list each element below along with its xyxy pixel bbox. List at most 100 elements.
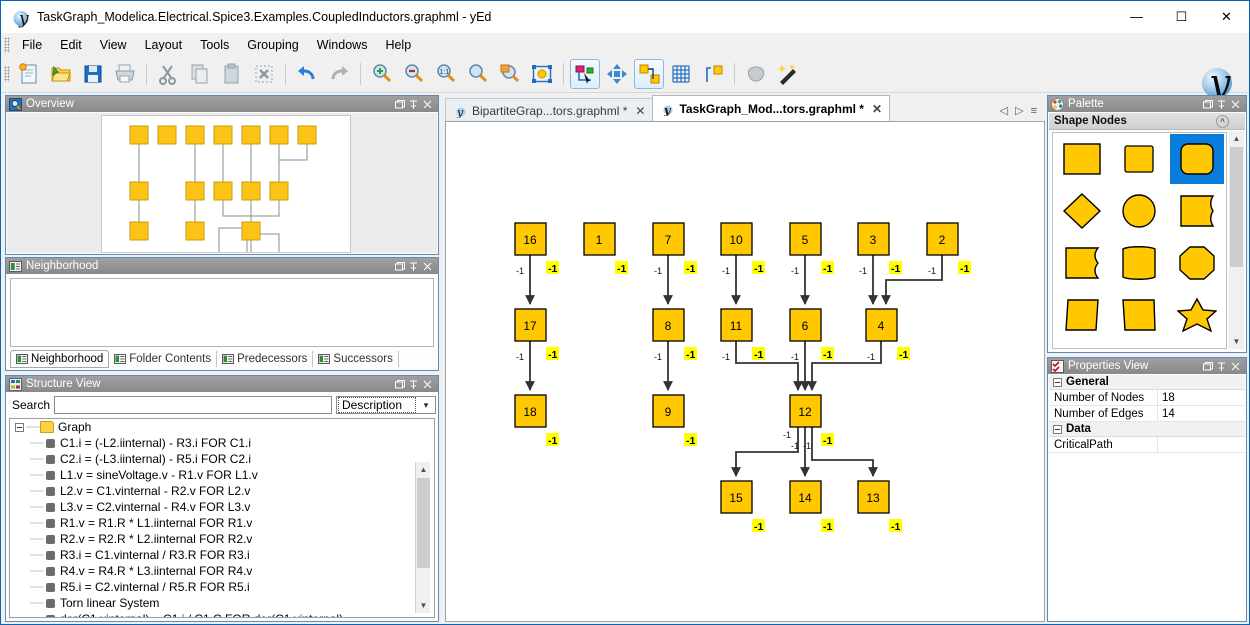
- structure-tree[interactable]: Graph C1.i = (-L2.iinternal) - R3.i FOR …: [9, 418, 435, 618]
- minimize-button[interactable]: —: [1114, 1, 1159, 32]
- palette-shape-partial-row[interactable]: [1170, 342, 1224, 349]
- property-row-number-of-edges[interactable]: Number of Edges 14: [1049, 406, 1245, 422]
- palette-shape-rounded-rectangle[interactable]: [1170, 134, 1224, 184]
- filter-select[interactable]: Description ▾: [336, 396, 436, 414]
- group-icon[interactable]: [741, 59, 771, 89]
- tab-prev-icon[interactable]: ◁: [1000, 104, 1008, 117]
- palette-shape-octagon[interactable]: [1170, 238, 1224, 288]
- pin-icon[interactable]: [408, 379, 419, 390]
- float-icon[interactable]: [394, 261, 405, 272]
- tree-row[interactable]: C2.i = (-L3.iinternal) - R5.i FOR C2.i: [10, 451, 434, 467]
- menu-tools[interactable]: Tools: [191, 35, 238, 55]
- graph-node-9[interactable]: 9: [653, 395, 684, 427]
- tree-collapse-toggle[interactable]: [15, 423, 24, 432]
- graph-drawing[interactable]: -1 -1 -1 -1 -1 -1 -1 -1 -1 -1 -1 -1 -1 -…: [446, 122, 1044, 621]
- properties-table[interactable]: General Number of Nodes 18 Number of Edg…: [1049, 375, 1245, 620]
- graph-canvas[interactable]: -1 -1 -1 -1 -1 -1 -1 -1 -1 -1 -1 -1 -1 -…: [445, 121, 1045, 622]
- tree-row[interactable]: der(C1.vinternal) = C1.i / C1.C FOR der(…: [10, 611, 434, 618]
- zoom-area-icon[interactable]: [495, 59, 525, 89]
- graph-node-10[interactable]: 10: [721, 223, 752, 255]
- chevron-down-icon[interactable]: ▾: [417, 400, 435, 411]
- cut-scissors-icon[interactable]: [153, 59, 183, 89]
- zoom-out-icon[interactable]: [399, 59, 429, 89]
- palette-shape-grid[interactable]: [1052, 132, 1227, 349]
- palette-shape-hexagon[interactable]: [1112, 238, 1166, 288]
- tree-row[interactable]: R5.i = C2.vinternal / R5.R FOR R5.i: [10, 579, 434, 595]
- pin-icon[interactable]: [408, 99, 419, 110]
- neighborhood-content-area[interactable]: [10, 278, 434, 347]
- grid-icon[interactable]: [666, 59, 696, 89]
- document-tab-taskgraph[interactable]: y TaskGraph_Mod...tors.graphml * ✕: [652, 95, 890, 122]
- palette-shape-rectangle[interactable]: [1055, 134, 1109, 184]
- zoom-actual-size-icon[interactable]: 1:1: [431, 59, 461, 89]
- float-icon[interactable]: [1202, 361, 1213, 372]
- tab-next-icon[interactable]: ▷: [1015, 104, 1023, 117]
- pin-icon[interactable]: [1216, 99, 1227, 110]
- overview-body[interactable]: [7, 113, 437, 253]
- zoom-in-icon[interactable]: [367, 59, 397, 89]
- palette-scrollbar[interactable]: ▲ ▼: [1229, 131, 1244, 349]
- magic-layout-icon[interactable]: [773, 59, 803, 89]
- property-row-criticalpath[interactable]: CriticalPath: [1049, 437, 1245, 453]
- palette-shape-diamond[interactable]: [1055, 186, 1109, 236]
- tree-row[interactable]: C1.i = (-L2.iinternal) - R3.i FOR C1.i: [10, 435, 434, 451]
- close-icon[interactable]: [422, 261, 433, 272]
- graph-node-7[interactable]: 7: [653, 223, 684, 255]
- palette-shape-rounded-rectangle-small[interactable]: [1112, 134, 1166, 184]
- palette-shape-star5[interactable]: [1170, 290, 1224, 340]
- snapline-icon[interactable]: [698, 59, 728, 89]
- menu-file[interactable]: File: [13, 35, 51, 55]
- graph-node-13[interactable]: 13: [858, 481, 889, 513]
- search-input[interactable]: [54, 396, 332, 414]
- menu-view[interactable]: View: [91, 35, 136, 55]
- tree-row-graph[interactable]: Graph: [10, 419, 434, 435]
- edit-mode-icon[interactable]: [570, 59, 600, 89]
- graph-node-4[interactable]: 4: [866, 309, 897, 341]
- paste-icon[interactable]: [217, 59, 247, 89]
- create-edge-mode-icon[interactable]: [634, 59, 664, 89]
- copy-icon[interactable]: [185, 59, 215, 89]
- scroll-down-icon[interactable]: ▼: [1229, 334, 1244, 349]
- close-icon[interactable]: ✕: [869, 102, 882, 116]
- tree-row[interactable]: R2.v = R2.R * L2.iinternal FOR R2.v: [10, 531, 434, 547]
- menu-grouping[interactable]: Grouping: [238, 35, 307, 55]
- graph-node-11[interactable]: 11: [721, 309, 752, 341]
- graph-node-2[interactable]: 2: [927, 223, 958, 255]
- save-floppy-icon[interactable]: [78, 59, 108, 89]
- tree-row[interactable]: L3.v = C2.vinternal - R4.v FOR L3.v: [10, 499, 434, 515]
- collapse-section-icon[interactable]: ^: [1216, 115, 1229, 128]
- tab-list-icon[interactable]: ≡: [1031, 105, 1037, 117]
- property-value[interactable]: [1157, 437, 1245, 452]
- graph-node-3[interactable]: 3: [858, 223, 889, 255]
- graph-node-18[interactable]: 18: [515, 395, 546, 427]
- tab-successors[interactable]: Successors: [313, 351, 398, 367]
- toolbar-drag-grip[interactable]: [4, 66, 10, 82]
- float-icon[interactable]: [1202, 99, 1213, 110]
- scrollbar-thumb[interactable]: [417, 478, 430, 568]
- palette-shape-partial-row[interactable]: [1055, 342, 1109, 349]
- tree-row[interactable]: L1.v = sineVoltage.v - R1.v FOR L1.v: [10, 467, 434, 483]
- overview-thumbnail[interactable]: [101, 115, 351, 253]
- properties-group-data[interactable]: Data: [1049, 422, 1245, 437]
- graph-node-5[interactable]: 5: [790, 223, 821, 255]
- tab-predecessors[interactable]: Predecessors: [217, 351, 313, 367]
- maximize-button[interactable]: ☐: [1159, 1, 1204, 32]
- graph-node-15[interactable]: 15: [721, 481, 752, 513]
- tree-row[interactable]: Torn linear System: [10, 595, 434, 611]
- tree-row[interactable]: R4.v = R4.R * L3.iinternal FOR R4.v: [10, 563, 434, 579]
- close-icon[interactable]: [422, 99, 433, 110]
- open-folder-icon[interactable]: [46, 59, 76, 89]
- graph-node-12[interactable]: 12: [790, 395, 821, 427]
- menu-layout[interactable]: Layout: [136, 35, 192, 55]
- fit-content-icon[interactable]: [463, 59, 493, 89]
- redo-icon[interactable]: [324, 59, 354, 89]
- close-icon[interactable]: [1230, 361, 1241, 372]
- palette-shape-trapezoid2[interactable]: [1112, 290, 1166, 340]
- scrollbar-thumb[interactable]: [1230, 147, 1243, 267]
- close-button[interactable]: ✕: [1204, 1, 1249, 32]
- scroll-up-icon[interactable]: ▲: [1229, 131, 1244, 146]
- undo-icon[interactable]: [292, 59, 322, 89]
- scroll-up-icon[interactable]: ▲: [416, 462, 431, 477]
- palette-shape-ellipse[interactable]: [1112, 186, 1166, 236]
- fit-selection-icon[interactable]: [527, 59, 557, 89]
